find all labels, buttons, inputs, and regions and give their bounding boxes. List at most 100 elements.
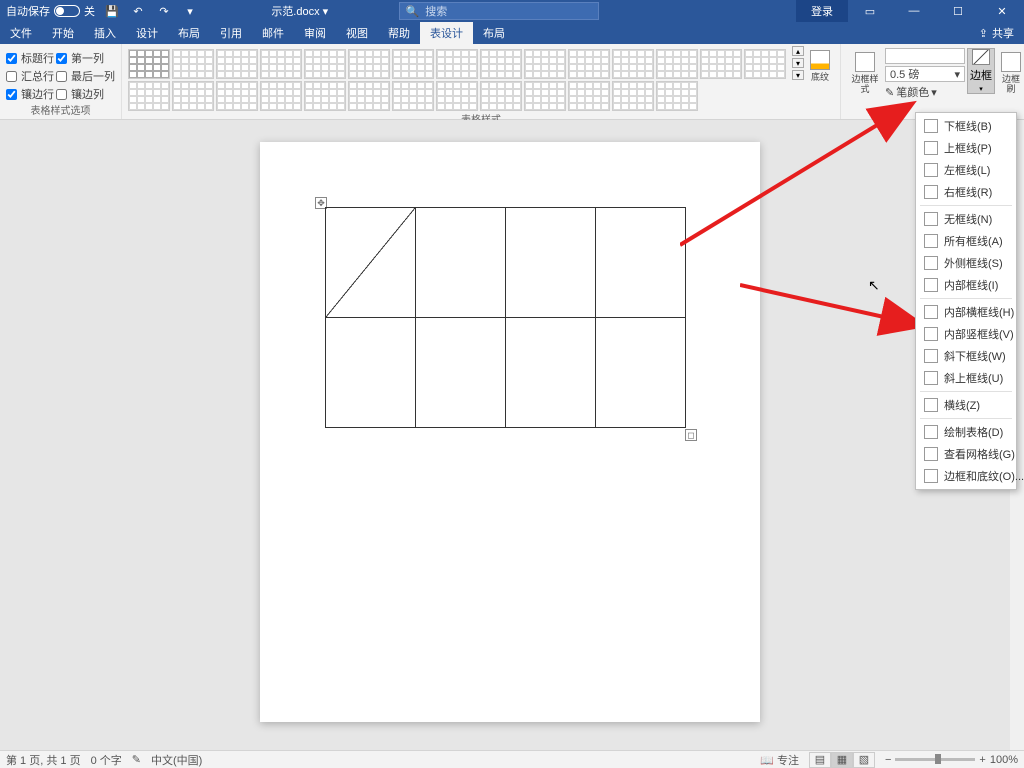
menu-outside-borders[interactable]: 外侧框线(S) bbox=[916, 252, 1016, 274]
menu-horizontal-line[interactable]: 横线(Z) bbox=[916, 394, 1016, 416]
tab-layout[interactable]: 布局 bbox=[168, 22, 210, 44]
chk-banded-row[interactable]: 镶边行 bbox=[6, 86, 54, 102]
chk-banded-col[interactable]: 镶边列 bbox=[56, 86, 115, 102]
style-thumb[interactable] bbox=[612, 81, 654, 111]
style-thumb[interactable] bbox=[568, 49, 610, 79]
autosave-toggle[interactable]: 自动保存 关 bbox=[6, 3, 95, 19]
close-icon[interactable]: ✕ bbox=[980, 0, 1024, 22]
style-thumb[interactable] bbox=[612, 49, 654, 79]
style-thumb[interactable] bbox=[524, 81, 566, 111]
menu-top-border[interactable]: 上框线(P) bbox=[916, 137, 1016, 159]
style-thumb[interactable] bbox=[128, 81, 170, 111]
gallery-down-icon[interactable]: ▾ bbox=[792, 58, 804, 68]
status-language[interactable]: 中文(中国) bbox=[151, 752, 202, 768]
tab-design[interactable]: 设计 bbox=[126, 22, 168, 44]
line-weight-selector[interactable]: 0.5 磅▾ bbox=[885, 66, 965, 82]
menu-borders-shading[interactable]: 边框和底纹(O)... bbox=[916, 465, 1016, 487]
style-thumb[interactable] bbox=[480, 81, 522, 111]
border-styles-button[interactable]: 边框样式 bbox=[847, 48, 883, 98]
borders-dropdown-button[interactable]: 边框 ▾ bbox=[967, 48, 995, 94]
qat-dropdown-icon[interactable]: ▾ bbox=[179, 2, 201, 20]
maximize-icon[interactable]: ☐ bbox=[936, 0, 980, 22]
table-cell[interactable] bbox=[326, 208, 416, 318]
table-cell[interactable] bbox=[596, 208, 686, 318]
chk-header-row[interactable]: 标题行 bbox=[6, 50, 54, 66]
style-thumb[interactable] bbox=[524, 49, 566, 79]
tab-help[interactable]: 帮助 bbox=[378, 22, 420, 44]
table-cell[interactable] bbox=[416, 208, 506, 318]
style-thumb[interactable] bbox=[656, 49, 698, 79]
tab-view[interactable]: 视图 bbox=[336, 22, 378, 44]
zoom-slider[interactable] bbox=[895, 758, 975, 761]
print-layout-icon[interactable]: ▦ bbox=[831, 752, 853, 768]
search-box[interactable]: 🔍 搜索 bbox=[399, 2, 599, 20]
gallery-more-icon[interactable]: ▾ bbox=[792, 70, 804, 80]
table-cell[interactable] bbox=[416, 318, 506, 428]
menu-diag-down-border[interactable]: 斜下框线(W) bbox=[916, 345, 1016, 367]
style-thumb[interactable] bbox=[744, 49, 786, 79]
border-painter-button[interactable]: 边框刷 bbox=[997, 48, 1024, 98]
table-cell[interactable] bbox=[506, 208, 596, 318]
style-thumb[interactable] bbox=[304, 49, 346, 79]
tab-mail[interactable]: 邮件 bbox=[252, 22, 294, 44]
tab-table-layout[interactable]: 布局 bbox=[473, 22, 515, 44]
menu-draw-table[interactable]: 绘制表格(D) bbox=[916, 421, 1016, 443]
chk-last-col[interactable]: 最后一列 bbox=[56, 68, 115, 84]
menu-left-border[interactable]: 左框线(L) bbox=[916, 159, 1016, 181]
style-thumb[interactable] bbox=[480, 49, 522, 79]
toggle-switch-icon[interactable] bbox=[54, 5, 80, 17]
chk-total-row[interactable]: 汇总行 bbox=[6, 68, 54, 84]
style-thumb[interactable] bbox=[216, 49, 258, 79]
menu-inside-h-border[interactable]: 内部横框线(H) bbox=[916, 301, 1016, 323]
tab-insert[interactable]: 插入 bbox=[84, 22, 126, 44]
save-icon[interactable]: 💾 bbox=[101, 2, 123, 20]
menu-diag-up-border[interactable]: 斜上框线(U) bbox=[916, 367, 1016, 389]
style-thumb[interactable] bbox=[260, 81, 302, 111]
style-thumb[interactable] bbox=[172, 49, 214, 79]
zoom-in-button[interactable]: + bbox=[979, 754, 985, 766]
shading-button[interactable]: 底纹 bbox=[806, 46, 834, 86]
spellcheck-icon[interactable]: ✎ bbox=[132, 753, 141, 766]
menu-all-borders[interactable]: 所有框线(A) bbox=[916, 230, 1016, 252]
style-thumb[interactable] bbox=[392, 81, 434, 111]
chk-first-col[interactable]: 第一列 bbox=[56, 50, 115, 66]
menu-inside-borders[interactable]: 内部框线(I) bbox=[916, 274, 1016, 296]
zoom-level[interactable]: 100% bbox=[990, 754, 1018, 766]
focus-mode-button[interactable]: 📖 专注 bbox=[760, 752, 799, 768]
menu-bottom-border[interactable]: 下框线(B) bbox=[916, 115, 1016, 137]
undo-icon[interactable]: ↶ bbox=[127, 2, 149, 20]
line-style-selector[interactable] bbox=[885, 48, 965, 64]
style-thumb[interactable] bbox=[436, 81, 478, 111]
style-thumb[interactable] bbox=[304, 81, 346, 111]
tab-table-design[interactable]: 表设计 bbox=[420, 22, 473, 44]
menu-inside-v-border[interactable]: 内部竖框线(V) bbox=[916, 323, 1016, 345]
share-button[interactable]: ⇪共享 bbox=[969, 25, 1024, 41]
login-button[interactable]: 登录 bbox=[796, 0, 848, 22]
zoom-out-button[interactable]: − bbox=[885, 754, 891, 766]
style-thumb[interactable] bbox=[216, 81, 258, 111]
style-thumb[interactable] bbox=[260, 49, 302, 79]
table-cell[interactable] bbox=[326, 318, 416, 428]
ribbon-display-icon[interactable]: ▭ bbox=[848, 0, 892, 22]
style-thumb[interactable] bbox=[392, 49, 434, 79]
style-thumb[interactable] bbox=[172, 81, 214, 111]
style-thumb[interactable] bbox=[568, 81, 610, 111]
style-thumb[interactable] bbox=[436, 49, 478, 79]
table-resize-handle-icon[interactable]: ◻ bbox=[685, 429, 697, 441]
web-layout-icon[interactable]: ▧ bbox=[853, 752, 875, 768]
status-word-count[interactable]: 0 个字 bbox=[91, 752, 122, 768]
status-page[interactable]: 第 1 页, 共 1 页 bbox=[6, 752, 81, 768]
style-thumb[interactable] bbox=[700, 49, 742, 79]
read-mode-icon[interactable]: ▤ bbox=[809, 752, 831, 768]
table-cell[interactable] bbox=[596, 318, 686, 428]
tab-review[interactable]: 审阅 bbox=[294, 22, 336, 44]
menu-right-border[interactable]: 右框线(R) bbox=[916, 181, 1016, 203]
tab-file[interactable]: 文件 bbox=[0, 22, 42, 44]
style-thumb[interactable] bbox=[128, 49, 170, 79]
menu-no-border[interactable]: 无框线(N) bbox=[916, 208, 1016, 230]
redo-icon[interactable]: ↷ bbox=[153, 2, 175, 20]
document-title[interactable]: 示范.docx ▾ bbox=[201, 3, 399, 19]
tab-references[interactable]: 引用 bbox=[210, 22, 252, 44]
menu-view-gridlines[interactable]: 查看网格线(G) bbox=[916, 443, 1016, 465]
document-table[interactable] bbox=[325, 207, 686, 428]
